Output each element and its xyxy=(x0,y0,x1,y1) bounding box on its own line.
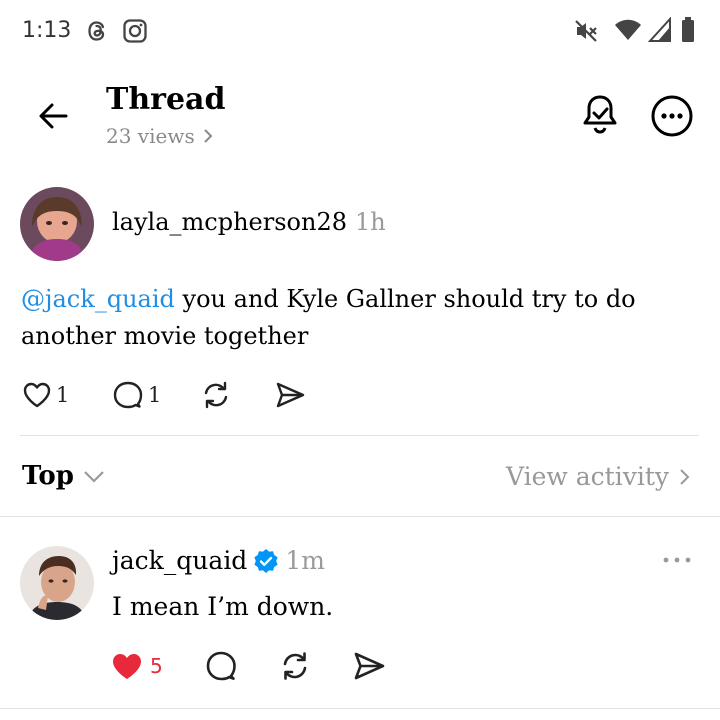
post-body: @jack_quaid you and Kyle Gallner should … xyxy=(21,281,691,355)
more-horizontal-icon xyxy=(651,95,693,137)
share-button[interactable] xyxy=(274,379,306,411)
heart-filled-icon xyxy=(113,654,141,679)
more-options-button[interactable] xyxy=(650,94,694,138)
reply-timestamp: 1m xyxy=(285,546,325,575)
reply-comment-button[interactable] xyxy=(204,649,278,683)
reply-username[interactable]: jack_quaid xyxy=(112,546,247,575)
battery-icon xyxy=(680,16,696,44)
views-link[interactable]: 23 views xyxy=(106,124,215,148)
heart-icon xyxy=(23,382,51,408)
more-horizontal-icon xyxy=(663,557,691,563)
like-button[interactable]: 1 xyxy=(22,380,112,410)
signal-icon xyxy=(648,17,672,43)
repost-button[interactable] xyxy=(200,379,274,411)
reply-author[interactable]: jack_quaid 1m xyxy=(112,546,325,575)
post-timestamp: 1h xyxy=(354,208,386,236)
instagram-icon xyxy=(122,18,148,44)
view-activity-label: View activity xyxy=(506,462,669,491)
post-author[interactable]: layla_mcpherson28 1h xyxy=(112,208,386,236)
comment-icon xyxy=(113,381,143,409)
reply-like-button[interactable]: 5 xyxy=(110,650,204,682)
verified-badge-icon xyxy=(254,548,278,573)
post-actions: 1 1 xyxy=(22,378,306,412)
reply-actions: 5 xyxy=(110,648,386,684)
mute-icon xyxy=(573,18,599,44)
reply-button[interactable]: 1 xyxy=(112,379,200,411)
reply-share-button[interactable] xyxy=(352,649,386,683)
chevron-right-icon xyxy=(204,129,213,143)
threads-icon xyxy=(84,18,110,44)
sort-dropdown[interactable]: Top xyxy=(22,461,106,491)
send-icon xyxy=(276,382,305,408)
divider xyxy=(0,708,720,709)
mention-link[interactable]: @jack_quaid xyxy=(21,285,175,313)
reply-like-count: 5 xyxy=(150,654,163,678)
like-count: 1 xyxy=(56,383,70,407)
reply-more-button[interactable] xyxy=(662,552,692,568)
back-arrow-icon xyxy=(39,103,68,129)
comment-icon xyxy=(206,651,236,681)
send-icon xyxy=(354,652,385,680)
repost-icon xyxy=(283,652,307,680)
bell-check-icon xyxy=(583,95,617,134)
status-time: 1:13 xyxy=(22,18,72,43)
divider xyxy=(0,516,720,517)
view-activity-link[interactable]: View activity xyxy=(506,462,691,491)
chevron-down-icon xyxy=(84,471,104,483)
post-username[interactable]: layla_mcpherson28 xyxy=(112,208,347,236)
notify-button[interactable] xyxy=(578,92,622,136)
reply-avatar[interactable] xyxy=(20,546,94,620)
wifi-icon xyxy=(614,17,642,43)
views-count: 23 views xyxy=(106,124,195,148)
page-title: Thread xyxy=(106,82,226,117)
back-button[interactable] xyxy=(34,96,74,136)
reply-repost-button[interactable] xyxy=(278,649,352,683)
avatar[interactable] xyxy=(20,187,94,261)
sort-label: Top xyxy=(22,461,74,491)
chevron-right-icon xyxy=(680,468,690,485)
reply-body: I mean I’m down. xyxy=(112,592,334,621)
repost-icon xyxy=(204,381,228,409)
divider xyxy=(20,435,699,436)
reply-count: 1 xyxy=(148,383,162,407)
